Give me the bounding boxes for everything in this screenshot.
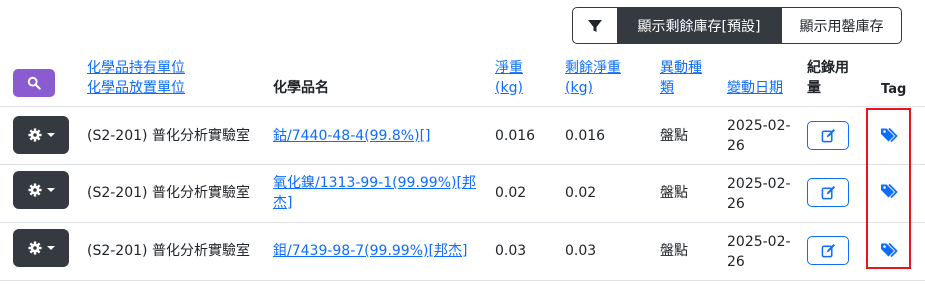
- unit-header: 化學品持有單位 化學品放置單位: [87, 58, 185, 98]
- change-date-cell: 2025-02- 26: [727, 116, 791, 156]
- chevron-down-icon: [46, 246, 55, 250]
- unit-cell: (S2-201) 普化分析實驗室: [87, 243, 250, 259]
- change-type-cell: 盤點: [660, 128, 688, 144]
- table-row: (S2-201) 普化分析實驗室 鈷/7440-48-4(99.8%)[] 0.…: [0, 107, 925, 165]
- record-usage-button[interactable]: [807, 121, 849, 150]
- sort-storage-unit-link[interactable]: 化學品放置單位: [87, 80, 185, 96]
- net-weight-cell: 0.016: [495, 128, 536, 144]
- net-weight-header-line2: (kg): [495, 80, 523, 96]
- show-used-stock-button[interactable]: 顯示用罄庫存: [781, 7, 902, 44]
- chevron-down-icon: [46, 188, 55, 192]
- remaining-weight-cell: 0.03: [565, 243, 597, 259]
- change-type-cell: 盤點: [660, 243, 688, 259]
- change-date-line1: 2025-02-: [727, 234, 791, 250]
- change-date-cell: 2025-02- 26: [727, 232, 791, 272]
- table-row: (S2-201) 普化分析實驗室 氧化鎳/1313-99-1(99.99%)[邦…: [0, 165, 925, 223]
- search-button[interactable]: [13, 69, 55, 97]
- sort-remaining-weight-link[interactable]: 剩餘淨重 (kg): [565, 60, 621, 96]
- chemical-link-line2: 杰]: [273, 195, 293, 211]
- chemical-link-line1: 氧化鎳/1313-99-1(99.99%)[邦: [273, 175, 476, 191]
- row-actions-dropdown[interactable]: [13, 229, 69, 267]
- chemical-link[interactable]: 氧化鎳/1313-99-1(99.99%)[邦 杰]: [273, 175, 476, 211]
- filter-icon: [588, 19, 602, 32]
- change-type-header-line1: 異動種: [660, 60, 702, 76]
- row-divider: [0, 280, 925, 281]
- change-type-header-line2: 類: [660, 80, 674, 96]
- sort-change-date-link[interactable]: 變動日期: [727, 80, 783, 96]
- record-usage-header-line1: 紀錄用: [807, 60, 849, 76]
- search-icon: [27, 76, 41, 90]
- remaining-weight-header-line2: (kg): [565, 80, 593, 96]
- filter-button[interactable]: [572, 7, 617, 44]
- net-weight-cell: 0.02: [495, 185, 527, 201]
- chemical-cell: 鈷/7440-48-4(99.8%)[]: [273, 126, 431, 146]
- change-type-header: 異動種類: [660, 58, 702, 98]
- show-remaining-stock-button[interactable]: 顯示剩餘庫存[預設]: [617, 7, 781, 44]
- change-date-line2: 26: [727, 254, 745, 270]
- remaining-weight-cell: 0.02: [565, 185, 597, 201]
- sort-net-weight-link[interactable]: 淨重 (kg): [495, 60, 523, 96]
- chemical-cell: 鉬/7439-98-7(99.99%)[邦杰]: [273, 241, 467, 261]
- unit-cell: (S2-201) 普化分析實驗室: [87, 185, 250, 201]
- record-usage-header: 紀錄用量: [807, 58, 849, 98]
- edit-icon: [821, 185, 835, 200]
- remaining-weight-header: 剩餘淨重 (kg): [565, 58, 621, 98]
- chemical-name-header: 化學品名: [273, 80, 329, 96]
- change-date-cell: 2025-02- 26: [727, 174, 791, 214]
- record-usage-header-line2: 量: [807, 80, 821, 96]
- sort-holder-unit-link[interactable]: 化學品持有單位: [87, 60, 185, 76]
- change-date-line2: 26: [727, 196, 745, 212]
- table-row: (S2-201) 普化分析實驗室 鉬/7439-98-7(99.99%)[邦杰]…: [0, 223, 925, 281]
- gear-icon: [27, 128, 42, 142]
- sort-change-type-link[interactable]: 異動種類: [660, 60, 702, 96]
- change-date-line1: 2025-02-: [727, 176, 791, 192]
- change-date-header: 變動日期: [727, 78, 783, 98]
- change-type-cell: 盤點: [660, 185, 688, 201]
- gear-icon: [27, 241, 42, 255]
- row-actions-dropdown[interactable]: [13, 171, 69, 209]
- record-usage-button[interactable]: [807, 178, 849, 207]
- record-usage-button[interactable]: [807, 236, 849, 265]
- edit-icon: [821, 128, 835, 143]
- remaining-weight-header-line1: 剩餘淨重: [565, 60, 621, 76]
- change-date-line1: 2025-02-: [727, 118, 791, 134]
- chevron-down-icon: [46, 133, 55, 137]
- remaining-weight-cell: 0.016: [565, 128, 606, 144]
- chemical-link[interactable]: 鈷/7440-48-4(99.8%)[]: [273, 128, 431, 144]
- tag-icon[interactable]: [880, 126, 898, 144]
- net-weight-header-line1: 淨重: [495, 60, 523, 76]
- edit-icon: [821, 243, 835, 258]
- gear-icon: [27, 183, 42, 197]
- net-weight-header: 淨重 (kg): [495, 58, 523, 98]
- row-actions-dropdown[interactable]: [13, 116, 69, 154]
- stock-display-toolbar: 顯示剩餘庫存[預設] 顯示用罄庫存: [572, 7, 902, 44]
- tag-icon[interactable]: [880, 241, 898, 259]
- chemical-cell: 氧化鎳/1313-99-1(99.99%)[邦 杰]: [273, 173, 476, 213]
- unit-cell: (S2-201) 普化分析實驗室: [87, 128, 250, 144]
- chemical-link[interactable]: 鉬/7439-98-7(99.99%)[邦杰]: [273, 243, 467, 259]
- tag-header: Tag: [881, 82, 907, 97]
- net-weight-cell: 0.03: [495, 243, 527, 259]
- change-date-line2: 26: [727, 138, 745, 154]
- tag-icon[interactable]: [880, 182, 898, 200]
